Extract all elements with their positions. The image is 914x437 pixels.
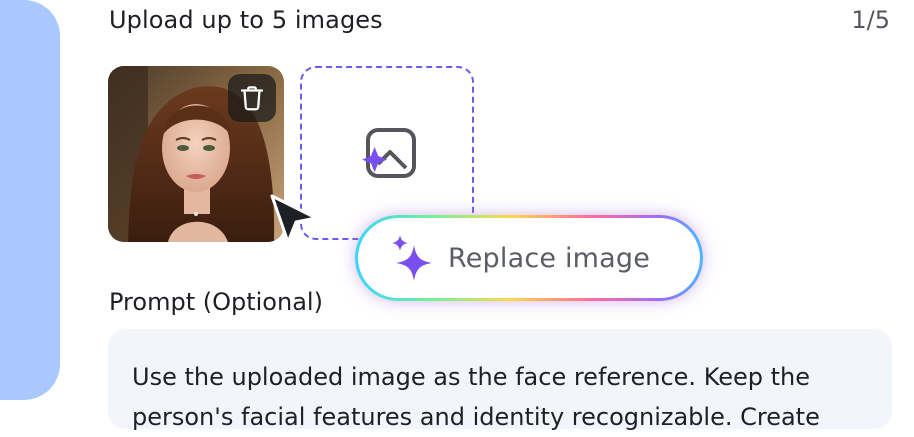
upload-counter: 1/5 — [851, 6, 890, 34]
prompt-label: Prompt (Optional) — [109, 288, 323, 316]
add-image-dropzone[interactable] — [300, 66, 474, 240]
replace-image-button[interactable]: Replace image — [355, 215, 703, 301]
replace-image-label: Replace image — [448, 242, 651, 274]
prompt-text: Use the uploaded image as the face refer… — [132, 363, 820, 431]
side-accent-bar — [0, 0, 60, 400]
delete-image-button[interactable] — [228, 74, 276, 122]
mouse-cursor-icon — [270, 194, 318, 244]
add-image-icon — [362, 128, 416, 178]
upload-title: Upload up to 5 images — [109, 6, 383, 34]
sparkle-icon — [392, 235, 432, 281]
prompt-textarea[interactable]: Use the uploaded image as the face refer… — [108, 329, 892, 431]
trash-icon — [240, 86, 264, 111]
